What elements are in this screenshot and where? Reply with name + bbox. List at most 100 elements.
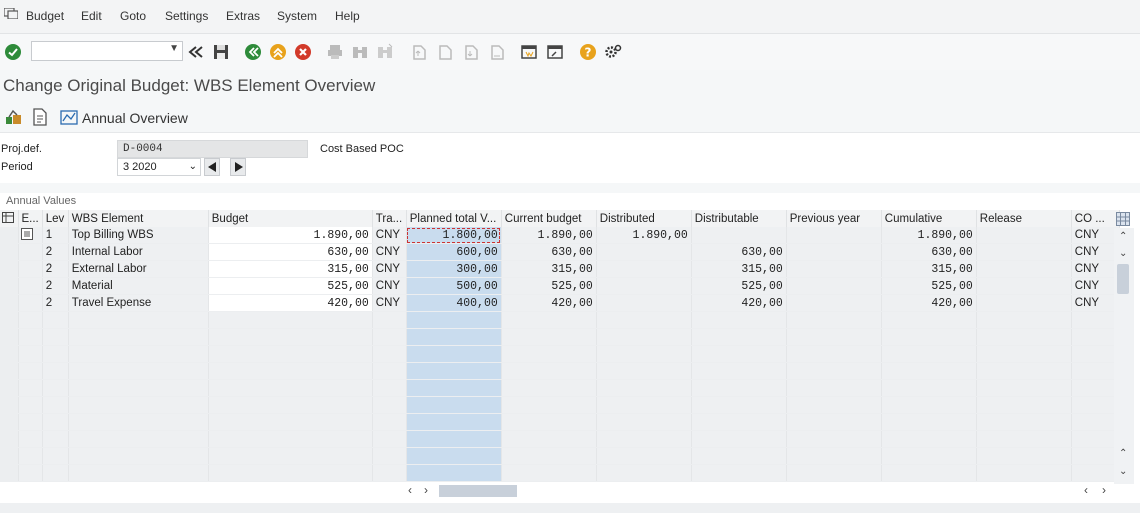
confirm-icon[interactable] bbox=[4, 43, 22, 61]
cell-planned-total[interactable]: 400,00 bbox=[406, 294, 502, 312]
column-layout-icon[interactable] bbox=[1116, 212, 1130, 226]
scroll-thumb[interactable] bbox=[1117, 264, 1129, 294]
table-row[interactable] bbox=[0, 396, 1120, 414]
find-next-icon[interactable] bbox=[376, 43, 394, 61]
scroll-up-icon[interactable]: ⌃ bbox=[1119, 231, 1127, 242]
rewind-icon[interactable] bbox=[187, 43, 205, 61]
exit-icon[interactable] bbox=[269, 43, 287, 61]
cell-budget[interactable] bbox=[208, 413, 373, 431]
cell-budget[interactable] bbox=[208, 464, 373, 482]
cell-planned-total[interactable]: 1.800,00 bbox=[406, 227, 502, 244]
cell-budget[interactable]: 1.890,00 bbox=[208, 227, 373, 244]
cell-planned-total[interactable]: 600,00 bbox=[406, 243, 502, 261]
menu-budget[interactable]: Budget bbox=[26, 9, 64, 23]
row-selector[interactable] bbox=[0, 430, 19, 448]
row-selector[interactable] bbox=[0, 362, 19, 380]
horizontal-scrollbar[interactable]: ‹ › ‹ › bbox=[402, 483, 1122, 498]
table-row[interactable]: 2 Travel Expense 420,00 CNY 400,00 420,00 420,… bbox=[0, 294, 1120, 312]
cell-planned-total[interactable] bbox=[406, 430, 502, 448]
row-selector[interactable] bbox=[0, 260, 19, 278]
row-selector[interactable] bbox=[0, 345, 19, 363]
next-period-button[interactable] bbox=[230, 158, 246, 176]
cell-planned-total[interactable] bbox=[406, 379, 502, 397]
cell-budget[interactable] bbox=[208, 345, 373, 363]
table-row[interactable]: 1 Top Billing WBS 1.890,00 CNY 1.800,00 1.890… bbox=[0, 227, 1120, 244]
col-header-tra[interactable]: Tra... bbox=[372, 210, 407, 227]
cell-budget[interactable] bbox=[208, 430, 373, 448]
hscroll-thumb[interactable] bbox=[439, 485, 517, 497]
previous-page-icon[interactable] bbox=[436, 43, 454, 61]
cell-budget[interactable] bbox=[208, 396, 373, 414]
scroll-down-icon[interactable]: ⌄ bbox=[1119, 248, 1127, 259]
other-project-icon[interactable] bbox=[5, 109, 23, 125]
vertical-scrollbar[interactable]: ⌃ ⌄ ⌃ ⌄ bbox=[1114, 228, 1134, 484]
scroll-left-icon[interactable]: ‹ bbox=[1084, 483, 1088, 497]
scroll-left-icon[interactable]: ‹ bbox=[408, 483, 412, 497]
table-settings-icon[interactable] bbox=[0, 210, 19, 227]
menu-settings[interactable]: Settings bbox=[165, 9, 208, 23]
row-selector[interactable] bbox=[0, 227, 19, 244]
row-selector[interactable] bbox=[0, 243, 19, 261]
row-selector[interactable] bbox=[0, 277, 19, 295]
table-row[interactable] bbox=[0, 430, 1120, 448]
table-row[interactable]: 2 Internal Labor 630,00 CNY 600,00 630,00 630,… bbox=[0, 243, 1120, 261]
cell-budget[interactable] bbox=[208, 362, 373, 380]
scroll-right-icon[interactable]: › bbox=[1102, 483, 1106, 497]
row-selector[interactable] bbox=[0, 447, 19, 465]
cell-planned-total[interactable] bbox=[406, 362, 502, 380]
back-icon[interactable] bbox=[244, 43, 262, 61]
scroll-up-icon[interactable]: ⌃ bbox=[1119, 448, 1127, 459]
col-header-current-budget[interactable]: Current budget bbox=[501, 210, 597, 227]
cell-planned-total[interactable] bbox=[406, 396, 502, 414]
col-header-wbs-element[interactable]: WBS Element bbox=[68, 210, 209, 227]
col-header-distributable[interactable]: Distributable bbox=[691, 210, 787, 227]
table-row[interactable] bbox=[0, 464, 1120, 482]
first-page-icon[interactable] bbox=[410, 43, 428, 61]
next-page-icon[interactable] bbox=[462, 43, 480, 61]
save-icon[interactable] bbox=[212, 43, 230, 61]
new-session-icon[interactable] bbox=[520, 43, 538, 61]
menu-system[interactable]: System bbox=[277, 9, 317, 23]
col-header-planned-total[interactable]: Planned total V... bbox=[406, 210, 502, 227]
cell-budget[interactable]: 630,00 bbox=[208, 243, 373, 261]
col-header-previous-year[interactable]: Previous year bbox=[786, 210, 882, 227]
row-selector[interactable] bbox=[0, 464, 19, 482]
cell-budget[interactable] bbox=[208, 447, 373, 465]
print-icon[interactable] bbox=[326, 43, 344, 61]
menu-extras[interactable]: Extras bbox=[226, 9, 260, 23]
col-header-distributed[interactable]: Distributed bbox=[596, 210, 692, 227]
cell-budget[interactable]: 420,00 bbox=[208, 294, 373, 312]
cell-budget[interactable] bbox=[208, 379, 373, 397]
menu-goto[interactable]: Goto bbox=[120, 9, 146, 23]
cell-planned-total[interactable] bbox=[406, 413, 502, 431]
table-row[interactable] bbox=[0, 447, 1120, 465]
cell-budget[interactable]: 525,00 bbox=[208, 277, 373, 295]
shortcut-icon[interactable] bbox=[546, 43, 564, 61]
row-selector[interactable] bbox=[0, 396, 19, 414]
cell-planned-total[interactable] bbox=[406, 464, 502, 482]
cell-planned-total[interactable] bbox=[406, 311, 502, 329]
col-header-e[interactable]: E... bbox=[18, 210, 43, 227]
command-field[interactable]: ▼ bbox=[31, 41, 183, 61]
cell-planned-total[interactable] bbox=[406, 447, 502, 465]
cell-planned-total[interactable]: 300,00 bbox=[406, 260, 502, 278]
col-header-budget[interactable]: Budget bbox=[208, 210, 373, 227]
row-selector[interactable] bbox=[0, 311, 19, 329]
menu-icon[interactable] bbox=[4, 8, 18, 19]
command-dropdown-icon[interactable]: ▼ bbox=[169, 43, 179, 54]
col-header-release[interactable]: Release bbox=[976, 210, 1072, 227]
table-row[interactable] bbox=[0, 345, 1120, 363]
scroll-down-icon[interactable]: ⌄ bbox=[1119, 466, 1127, 477]
cell-budget[interactable]: 315,00 bbox=[208, 260, 373, 278]
cell-budget[interactable] bbox=[208, 328, 373, 346]
table-row[interactable] bbox=[0, 311, 1120, 329]
previous-period-button[interactable] bbox=[204, 158, 220, 176]
cell-planned-total[interactable] bbox=[406, 328, 502, 346]
col-header-co[interactable]: CO ... bbox=[1071, 210, 1120, 227]
menu-help[interactable]: Help bbox=[335, 9, 360, 23]
row-selector[interactable] bbox=[0, 328, 19, 346]
menu-edit[interactable]: Edit bbox=[81, 9, 102, 23]
hierarchy-icon[interactable] bbox=[18, 227, 43, 244]
col-header-cumulative[interactable]: Cumulative bbox=[881, 210, 977, 227]
col-header-lev[interactable]: Lev bbox=[42, 210, 69, 227]
